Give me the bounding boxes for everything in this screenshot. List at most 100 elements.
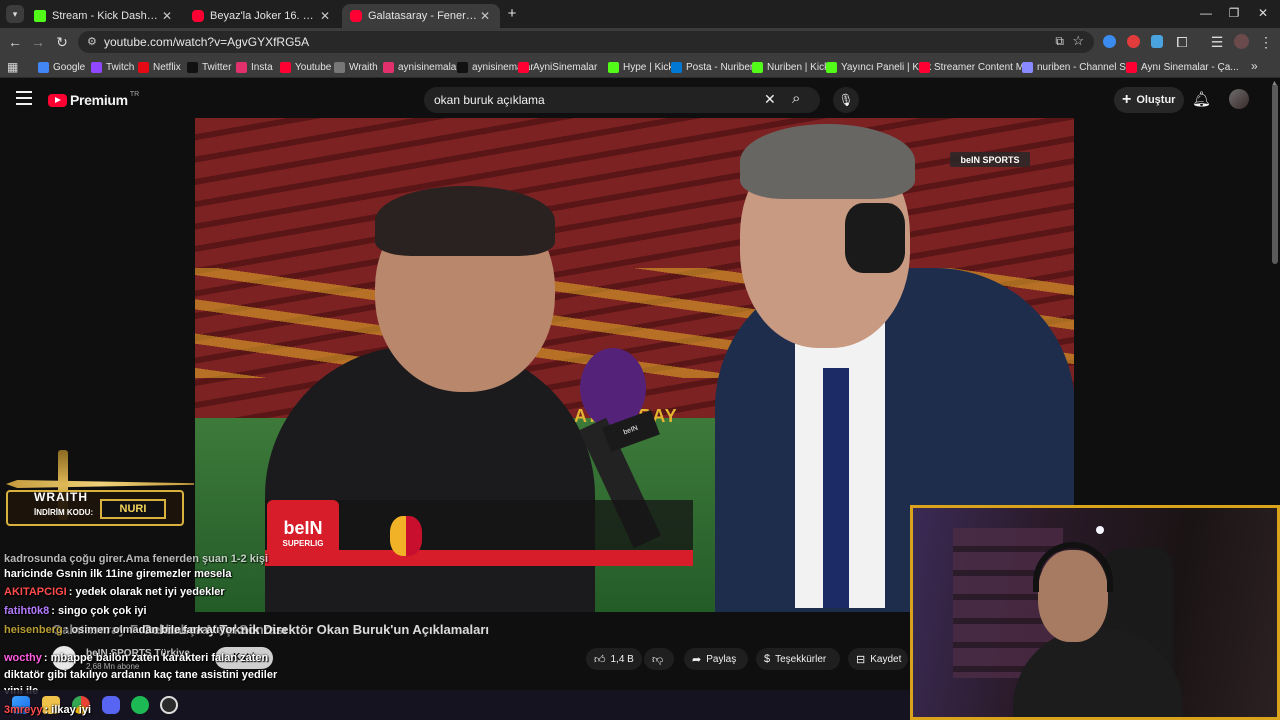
extension-icon[interactable] (1151, 35, 1163, 48)
bookmark-item[interactable]: aynisinemalar (383, 60, 460, 74)
notifications-bell-icon[interactable]: 🔔︎ (1192, 90, 1211, 108)
profile-avatar[interactable] (1234, 34, 1249, 49)
scroll-up-icon[interactable]: ▲ (1271, 80, 1278, 87)
youtube-icon (350, 10, 362, 22)
discord-icon[interactable] (102, 696, 120, 714)
bookmark-star-icon[interactable]: ☆ (1072, 33, 1084, 49)
bookmark-label: Wraith (349, 61, 378, 73)
kebab-menu-icon[interactable]: ⋮ (1257, 34, 1275, 50)
media-control-icon[interactable]: ☰ (1208, 34, 1226, 50)
voice-search-icon[interactable]: 🎙 (833, 87, 859, 113)
extension-icon[interactable] (1127, 35, 1140, 48)
bookmark-item[interactable]: AyniSinemalar (518, 60, 597, 74)
country-badge: TR (129, 90, 140, 98)
extension-icon[interactable] (1103, 35, 1116, 48)
page-scrollbar[interactable] (1272, 84, 1278, 264)
tab-youtube-beyaz[interactable]: Beyaz'la Joker 16. Bölüm - YouT ✕ (184, 4, 340, 28)
wraith-promo-banner: WRAITH İNDİRİM KODU: NURI (6, 450, 194, 530)
like-button[interactable]: 👍︎ 1,4 B (586, 648, 642, 670)
promo-brand: WRAITH (34, 490, 88, 504)
thanks-button[interactable]: $ Teşekkürler (756, 648, 840, 670)
bookmark-item[interactable]: Yayıncı Paneli | Kick (826, 60, 931, 74)
bookmark-item[interactable]: nuriben - Channel S... (1022, 60, 1134, 74)
share-icon: ➦ (692, 653, 702, 666)
share-button[interactable]: ➦ Paylaş (684, 648, 748, 670)
bookmark-favicon-icon (919, 61, 930, 73)
bookmarks-bar: ▦ Google Twitch Netflix Twitter Insta Youtube… (0, 56, 1280, 78)
webcam-overlay (910, 505, 1280, 720)
bookmark-favicon-icon (671, 61, 682, 73)
tab-kick-dashboard[interactable]: Stream - Kick Dashboard ✕ (26, 4, 182, 28)
tab-title: Stream - Kick Dashboard (52, 10, 160, 22)
search-icon[interactable]: ⌕ (792, 90, 800, 107)
webcam-light (1096, 526, 1104, 534)
bookmark-favicon-icon (752, 61, 763, 73)
bookmark-item[interactable]: Streamer Content M... (919, 60, 1032, 74)
install-app-icon[interactable]: ⧉ (1055, 34, 1064, 49)
close-icon[interactable]: ✕ (160, 9, 174, 23)
account-avatar[interactable] (1229, 89, 1249, 109)
bookmark-favicon-icon (826, 61, 837, 73)
bookmark-item[interactable]: Google (38, 60, 85, 74)
chat-message: diktatör gibi takılıyo ardanın kaç tane … (4, 669, 278, 681)
minimize-button[interactable]: — (1191, 6, 1221, 20)
bein-sports-logo: beIN SPORTS (950, 152, 1030, 167)
headset (845, 203, 905, 273)
logo-text: Premium (70, 92, 128, 108)
bookmark-item[interactable]: Aynı Sinemalar - Ça... (1126, 60, 1239, 74)
close-icon[interactable]: ✕ (318, 9, 332, 23)
bookmark-favicon-icon (138, 61, 149, 73)
bookmark-item[interactable]: Wraith (334, 60, 378, 74)
bookmark-label: aynisinemalar (398, 61, 460, 73)
youtube-play-icon (48, 93, 67, 107)
dislike-button[interactable]: 👎︎ (644, 648, 674, 670)
tab-youtube-galatasaray[interactable]: Galatasaray - Fenerbahçe Maç ✕ (342, 4, 500, 28)
back-icon[interactable]: ← (6, 34, 24, 50)
more-bookmarks-icon[interactable]: » (1251, 59, 1258, 73)
bookmark-label: Aynı Sinemalar - Ça... (1141, 61, 1239, 73)
bookmark-favicon-icon (518, 61, 529, 73)
extensions-puzzle-icon[interactable]: ⧠ (1173, 34, 1191, 50)
youtube-header: Premium TR okan buruk açıklama ✕ ⌕ 🎙 + O… (0, 78, 1280, 120)
search-query-text: okan buruk açıklama (434, 93, 545, 107)
person-coach-hair (375, 186, 555, 256)
tab-title: Beyaz'la Joker 16. Bölüm - YouT (210, 10, 318, 22)
bookmark-label: Streamer Content M... (934, 61, 1033, 73)
chat-message: heisenberg: osimen olmadan bile fark atı… (4, 624, 237, 636)
maximize-button[interactable]: ❐ (1219, 6, 1249, 20)
window-close-button[interactable]: ✕ (1248, 6, 1278, 20)
forward-icon[interactable]: → (29, 34, 47, 50)
close-icon[interactable]: ✕ (478, 9, 492, 23)
bookmark-favicon-icon (383, 61, 394, 73)
bookmark-item[interactable]: Netflix (138, 60, 181, 74)
bein-superlig-logo: beIN SUPERLIG (267, 500, 339, 566)
bookmark-item[interactable]: Hype | Kick (608, 60, 673, 74)
site-info-icon[interactable]: ⚙ (87, 35, 97, 48)
chat-username: AKITAPCIGI (4, 586, 67, 598)
search-input[interactable]: okan buruk açıklama ✕ ⌕ (424, 87, 820, 113)
spotify-icon[interactable] (131, 696, 149, 714)
bookmark-item[interactable]: Twitter (187, 60, 231, 74)
new-tab-button[interactable]: + (504, 5, 520, 22)
apps-grid-icon[interactable]: ▦ (7, 60, 18, 74)
bookmark-item[interactable]: Twitch (91, 60, 134, 74)
tab-search-button[interactable]: ▾ (6, 5, 24, 23)
tab-title: Galatasaray - Fenerbahçe Maç (368, 10, 478, 22)
bookmark-item[interactable]: Insta (236, 60, 273, 74)
bookmark-favicon-icon (1022, 61, 1033, 73)
bookmark-item[interactable]: Posta - Nuriben (671, 60, 755, 74)
clear-search-icon[interactable]: ✕ (764, 91, 776, 108)
reload-icon[interactable]: ↻ (53, 34, 71, 50)
bookmark-item[interactable]: Nuriben | Kick (752, 60, 829, 74)
bookmark-label: Insta (251, 61, 273, 73)
chat-username: fatiht0k8 (4, 605, 50, 617)
address-bar[interactable]: ⚙ youtube.com/watch?v=AgvGYXfRG5A ⧉ ☆ (78, 31, 1094, 53)
promo-code-box: NURI (100, 499, 166, 519)
save-button[interactable]: ⊟ Kaydet (848, 648, 908, 670)
kick-icon (34, 10, 46, 22)
youtube-premium-logo[interactable]: Premium TR (48, 90, 140, 108)
create-button[interactable]: + Oluştur (1114, 87, 1184, 113)
hamburger-menu-icon[interactable] (16, 91, 32, 105)
bookmark-item[interactable]: Youtube (280, 60, 331, 74)
obs-icon[interactable] (160, 696, 178, 714)
